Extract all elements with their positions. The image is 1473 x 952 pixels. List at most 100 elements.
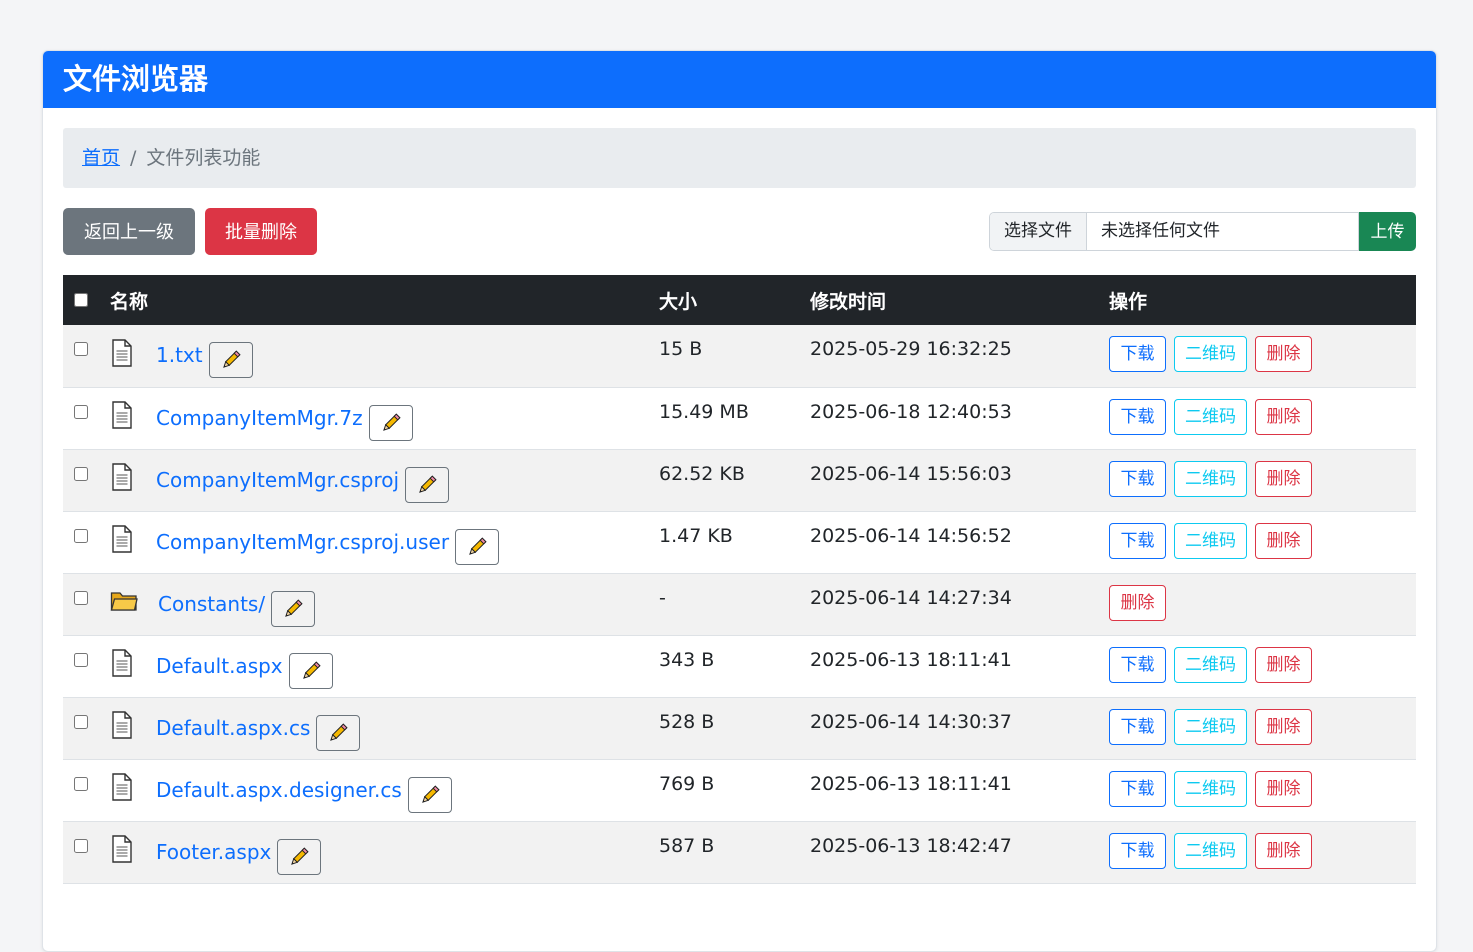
row-checkbox[interactable]	[74, 404, 88, 419]
delete-button[interactable]: 删除	[1109, 584, 1166, 621]
file-modified: 2025-06-18 12:40:53	[810, 400, 1012, 423]
download-button[interactable]: 下载	[1109, 398, 1166, 435]
delete-button[interactable]: 删除	[1255, 336, 1312, 372]
actions-cell: 下载 二维码 删除	[1109, 387, 1416, 449]
file-name-link[interactable]: Footer.aspx	[156, 840, 271, 864]
actions-cell: 下载 二维码 删除	[1109, 325, 1416, 387]
rename-button[interactable]	[208, 342, 253, 378]
file-browser-card: 文件浏览器 首页 / 文件列表功能 返回上一级 批量删除 选择文件 未选择任何文件 …	[42, 50, 1437, 952]
qrcode-button[interactable]: 二维码	[1174, 398, 1247, 435]
name-cell: Constants/	[110, 573, 659, 635]
delete-button[interactable]: 删除	[1255, 708, 1312, 745]
rename-button[interactable]	[316, 714, 361, 751]
download-button[interactable]: 下载	[1109, 646, 1166, 683]
file-name-link[interactable]: Constants/	[158, 592, 265, 616]
file-name-link[interactable]: Default.aspx.designer.cs	[156, 778, 402, 802]
table-row: Footer.aspx 587 B 2025-06-13 18:42:47 下载 二维码…	[63, 821, 1416, 883]
upload-button[interactable]: 上传	[1359, 212, 1416, 251]
file-size: 62.52 KB	[659, 462, 745, 485]
name-cell: Footer.aspx	[110, 821, 659, 883]
download-button[interactable]: 下载	[1109, 522, 1166, 559]
file-name-link[interactable]: CompanyItemMgr.csproj	[156, 468, 399, 492]
delete-button[interactable]: 删除	[1255, 832, 1312, 869]
size-cell: 343 B	[659, 635, 810, 697]
size-cell: 587 B	[659, 821, 810, 883]
row-checkbox[interactable]	[74, 776, 88, 791]
breadcrumb: 首页 / 文件列表功能	[63, 128, 1416, 188]
download-button[interactable]: 下载	[1109, 708, 1166, 745]
name-cell: Default.aspx.cs	[110, 697, 659, 759]
file-name-link[interactable]: 1.txt	[156, 343, 203, 367]
qrcode-button[interactable]: 二维码	[1174, 336, 1247, 372]
rename-button[interactable]	[271, 590, 316, 627]
row-checkbox[interactable]	[74, 590, 88, 605]
pencil-icon	[327, 722, 349, 744]
modified-cell: 2025-06-13 18:42:47	[810, 821, 1109, 883]
download-button[interactable]: 下载	[1109, 832, 1166, 869]
file-modified: 2025-06-13 18:11:41	[810, 772, 1012, 795]
row-checkbox[interactable]	[74, 466, 88, 481]
table-row: Default.aspx.cs 528 B 2025-06-14 14:30:37 下…	[63, 697, 1416, 759]
row-checkbox[interactable]	[74, 528, 88, 543]
row-checkbox[interactable]	[74, 714, 88, 729]
pencil-icon	[466, 536, 488, 558]
file-name-link[interactable]: CompanyItemMgr.7z	[156, 406, 363, 430]
pencil-icon	[380, 412, 402, 434]
rename-button[interactable]	[277, 838, 322, 875]
header-modified: 修改时间	[810, 290, 887, 313]
actions-cell: 下载 二维码 删除	[1109, 511, 1416, 573]
rename-button[interactable]	[368, 404, 413, 441]
row-checkbox[interactable]	[74, 342, 88, 356]
qrcode-button[interactable]: 二维码	[1174, 832, 1247, 869]
file-size: -	[659, 586, 666, 609]
delete-button[interactable]: 删除	[1255, 770, 1312, 807]
name-cell: 1.txt	[110, 325, 659, 387]
header-name: 名称	[110, 290, 149, 313]
breadcrumb-home-link[interactable]: 首页	[82, 147, 120, 169]
download-button[interactable]: 下载	[1109, 460, 1166, 497]
file-modified: 2025-06-13 18:42:47	[810, 834, 1012, 857]
qrcode-button[interactable]: 二维码	[1174, 460, 1247, 497]
file-size: 1.47 KB	[659, 524, 733, 547]
file-table-body: 1.txt 15 B 2025-05-29 16:32:25 下载 二维码 删除 Compa…	[63, 325, 1416, 883]
qrcode-button[interactable]: 二维码	[1174, 646, 1247, 683]
name-cell: Default.aspx.designer.cs	[110, 759, 659, 821]
modified-cell: 2025-05-29 16:32:25	[810, 325, 1109, 387]
back-button[interactable]: 返回上一级	[63, 208, 195, 255]
rename-button[interactable]	[288, 652, 333, 689]
select-all-cell	[63, 275, 110, 325]
qrcode-button[interactable]: 二维码	[1174, 708, 1247, 745]
file-name-link[interactable]: Default.aspx	[156, 654, 283, 678]
delete-button[interactable]: 删除	[1255, 646, 1312, 683]
qrcode-button[interactable]: 二维码	[1174, 522, 1247, 559]
download-button[interactable]: 下载	[1109, 336, 1166, 372]
rename-button[interactable]	[405, 466, 450, 503]
download-button[interactable]: 下载	[1109, 770, 1166, 807]
delete-button[interactable]: 删除	[1255, 398, 1312, 435]
header-actions: 操作	[1109, 290, 1148, 313]
choose-file-button[interactable]: 选择文件	[990, 213, 1087, 250]
size-cell: 15 B	[659, 325, 810, 387]
modified-cell: 2025-06-18 12:40:53	[810, 387, 1109, 449]
pencil-icon	[300, 660, 322, 682]
delete-button[interactable]: 删除	[1255, 460, 1312, 497]
file-input[interactable]: 选择文件 未选择任何文件	[989, 212, 1359, 251]
actions-cell: 下载 二维码 删除	[1109, 821, 1416, 883]
batch-delete-button[interactable]: 批量删除	[205, 208, 317, 255]
size-cell: 1.47 KB	[659, 511, 810, 573]
size-cell: -	[659, 573, 810, 635]
select-all-checkbox[interactable]	[74, 293, 88, 307]
rename-button[interactable]	[407, 776, 452, 813]
qrcode-button[interactable]: 二维码	[1174, 770, 1247, 807]
table-row: Constants/ - 2025-06-14 14:27:34 删除	[63, 573, 1416, 635]
file-icon	[110, 835, 136, 868]
row-checkbox[interactable]	[74, 838, 88, 853]
file-size: 587 B	[659, 834, 715, 857]
pencil-icon	[416, 474, 438, 496]
rename-button[interactable]	[455, 528, 500, 565]
file-name-link[interactable]: Default.aspx.cs	[156, 716, 310, 740]
row-checkbox[interactable]	[74, 652, 88, 667]
file-name-link[interactable]: CompanyItemMgr.csproj.user	[156, 530, 449, 554]
modified-cell: 2025-06-14 15:56:03	[810, 449, 1109, 511]
delete-button[interactable]: 删除	[1255, 522, 1312, 559]
